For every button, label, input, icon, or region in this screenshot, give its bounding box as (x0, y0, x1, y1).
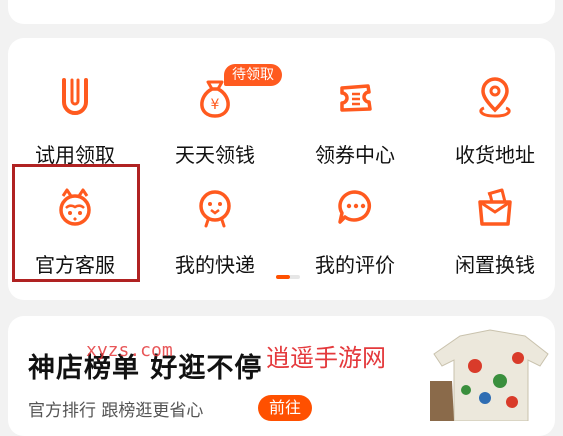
go-button[interactable]: 前往 (258, 395, 313, 421)
grid-item-reviews[interactable]: 我的评价 (290, 160, 420, 277)
promo-subtitle: 官方排行 跟榜逛更省心 (28, 401, 204, 421)
pending-claim-badge: 待领取 (224, 64, 282, 86)
grid-item-label: 我的快递 (175, 253, 255, 277)
idle-box-icon (470, 182, 520, 232)
watermark-site: xyzs.com (86, 340, 173, 361)
grid-item-address[interactable]: 收货地址 (430, 50, 560, 167)
grid-item-coupon-center[interactable]: 领券中心 (290, 50, 420, 167)
product-image (430, 326, 555, 422)
chat-bubble-icon (330, 182, 380, 232)
trial-u-icon (50, 72, 100, 122)
grid-item-trial[interactable]: 试用领取 (10, 50, 140, 167)
grid-page-indicator (276, 275, 300, 279)
grid-item-express[interactable]: 我的快递 (150, 160, 280, 277)
highlight-box (12, 164, 140, 282)
express-bird-icon (190, 182, 240, 232)
top-card (8, 0, 555, 24)
svg-text:¥: ¥ (211, 97, 220, 113)
grid-item-idle-trade[interactable]: 闲置换钱 (430, 160, 560, 277)
coupon-icon (330, 72, 380, 122)
grid-item-label: 闲置换钱 (455, 253, 535, 277)
grid-item-label: 我的评价 (315, 253, 395, 277)
watermark-text: 逍遥手游网 (266, 344, 386, 372)
location-pin-icon (470, 72, 520, 122)
